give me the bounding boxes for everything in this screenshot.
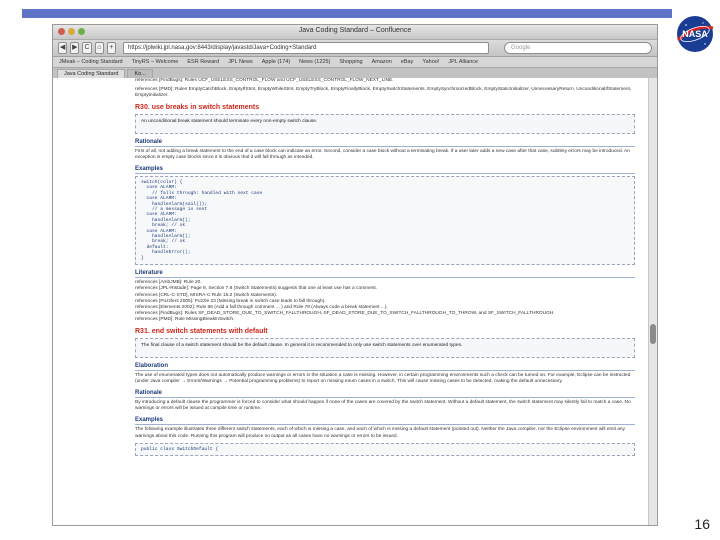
bookmarks-bar: JMeak – Coding Standard TinyRS – Welcome… [53,57,657,68]
navigation-toolbar: ◀ ▶ C ⌂ + https://jplwiki.jpl.nasa.gov:8… [53,40,657,57]
code-example-block-2: public class SwitchDefault { [135,442,635,457]
bookmark-item[interactable]: Apple (174) [262,59,290,65]
page-viewport: references [FindBugs]: Rules UCF_USELESS… [53,78,649,525]
rule-r30-box: An unconditional break statement should … [135,113,635,134]
reference-findbugs-top: references [FindBugs]: Rules UCF_USELESS… [135,78,394,83]
bookmark-item[interactable]: JMeak – Coding Standard [59,59,123,65]
r31-rationale-text: By introducing a default clause the prog… [135,399,631,412]
rule-r30-text: An unconditional break statement should … [141,118,318,124]
rule-r31-text: The final clause of a switch statement s… [141,342,463,348]
elaboration-heading: Elaboration [135,362,635,371]
bookmark-item[interactable]: Yahoo! [422,59,439,65]
bookmark-item[interactable]: JPL News [228,59,253,65]
rationale-heading: Rationale [135,138,635,147]
tab-second[interactable]: Ko... [127,69,153,78]
reference-pmd-top: references [PMD]: Rules EmptyCatchBlock,… [135,87,632,99]
examples-heading-2: Examples [135,416,635,426]
rule-r30-title: R30. use breaks in switch statements [135,103,260,111]
r30-rationale-text: First of all, not adding a break stateme… [135,148,630,160]
rule-r31-title: R31. end switch statements with default [135,327,268,335]
bookmark-item[interactable]: eBay [401,59,414,65]
slide-number: 16 [694,516,710,532]
bookmark-item[interactable]: Amazon [372,59,392,65]
page-content: references [FindBugs]: Rules UCF_USELESS… [135,78,635,460]
bookmark-item[interactable]: News (1225) [299,59,330,65]
search-input[interactable]: Google [504,42,653,54]
rationale-heading-2: Rationale [135,389,635,398]
tab-java-coding-standard[interactable]: Java Coding Standard [57,69,126,78]
vertical-scrollbar[interactable] [648,78,657,525]
nasa-logo: NASA [676,16,714,52]
slide-title-bar [22,9,672,18]
scrollbar-thumb[interactable] [650,324,656,344]
bookmark-item[interactable]: Shopping [339,59,362,65]
bookmark-item[interactable]: TinyRS – Welcome [132,59,179,65]
bookmark-item[interactable]: ESR Reward [187,59,219,65]
r31-elaboration-text: The use of enumerated types does not aut… [135,372,631,384]
r31-examples-text: The following example illustrates three … [135,427,625,439]
url-bar[interactable]: https://jplwiki.jpl.nasa.gov:8443/displa… [123,42,490,54]
window-titlebar: Java Coding Standard – Confluence [53,25,657,40]
add-bookmark-button[interactable]: + [106,42,117,54]
home-button[interactable]: ⌂ [94,42,104,54]
svg-text:NASA: NASA [682,29,708,39]
literature-reference: references [PMD]: Rule MissingBreakInSwi… [135,317,235,323]
literature-heading: Literature [135,269,635,279]
browser-window: Java Coding Standard – Confluence ◀ ▶ C … [53,25,657,525]
bookmark-item[interactable]: JPL Alliance [448,59,478,65]
forward-button[interactable]: ▶ [70,42,80,54]
back-button[interactable]: ◀ [58,42,68,54]
code-example-block: switch(color) { case ALARM: // falls thr… [135,176,635,266]
examples-heading: Examples [135,165,635,175]
rule-r31-box: The final clause of a switch statement s… [135,337,635,358]
window-title: Java Coding Standard – Confluence [298,27,412,34]
reload-button[interactable]: C [82,42,92,54]
